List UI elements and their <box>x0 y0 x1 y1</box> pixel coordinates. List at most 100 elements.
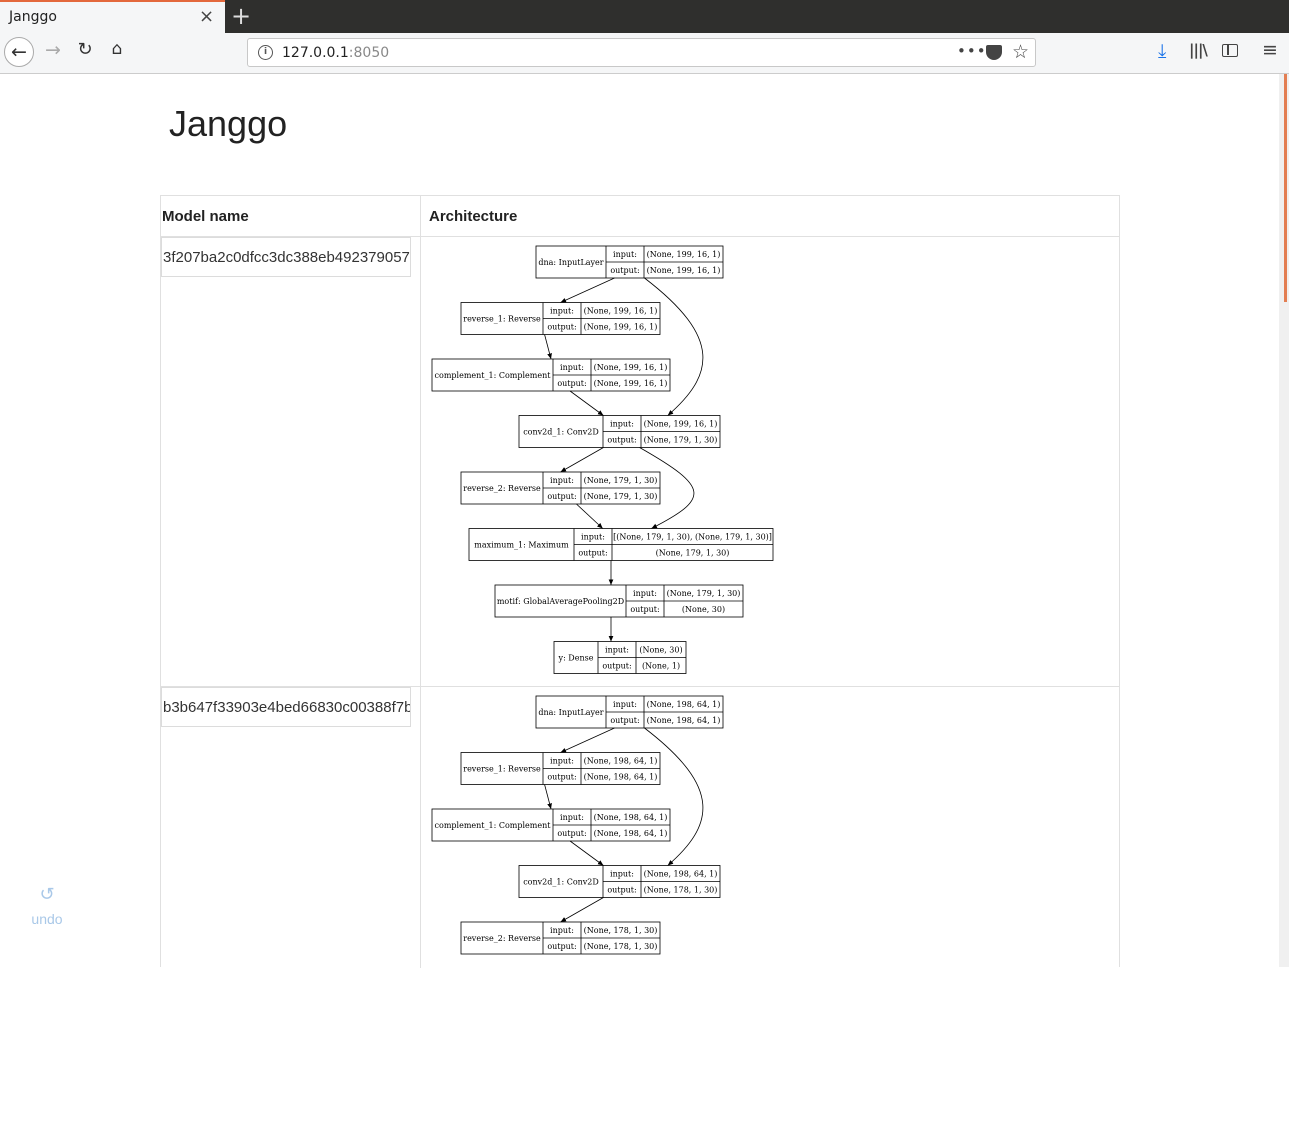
port-label-output: output: <box>547 323 576 332</box>
port-label-input: input: <box>560 363 584 372</box>
layer-node: conv2d_1: Conv2D input: output: (None, 198,… <box>518 865 721 898</box>
layer-input-shape: (None, 179, 1, 30) <box>667 589 741 598</box>
layer-node: reverse_1: Reverse input: output: (None, 19… <box>460 302 661 335</box>
reload-icon[interactable]: ↻ <box>74 39 96 60</box>
graph-skip-edge <box>644 727 704 866</box>
layer-name: maximum_1: Maximum <box>474 541 569 550</box>
port-label-output: output: <box>578 549 607 558</box>
url-bar[interactable]: i 127.0.0.1:8050 ••• ☆ <box>247 38 1036 67</box>
layer-output-shape: (None, 179, 1, 30) <box>584 492 658 501</box>
architecture-diagram: dna: InputLayer input: output: (None, 199, … <box>422 237 1119 687</box>
layer-name: conv2d_1: Conv2D <box>523 878 599 887</box>
library-icon[interactable]: |||\ <box>1189 41 1208 59</box>
graph-edge <box>569 390 604 416</box>
tab-title: Janggo <box>9 9 57 25</box>
site-info-icon[interactable]: i <box>258 45 273 60</box>
layer-name: complement_1: Complement <box>435 821 552 830</box>
layer-input-shape: (None, 198, 64, 1) <box>644 870 718 879</box>
layer-output-shape: (None, 198, 64, 1) <box>584 773 658 782</box>
port-label-input: input: <box>633 589 657 598</box>
column-divider <box>420 196 421 968</box>
forward-arrow-icon[interactable]: → <box>42 39 64 61</box>
layer-name: reverse_1: Reverse <box>463 765 541 774</box>
sidebar-toggle-icon[interactable] <box>1222 44 1238 57</box>
graph-edge <box>560 277 615 303</box>
pocket-icon[interactable] <box>986 45 1002 60</box>
download-icon[interactable]: ⤓ <box>1158 40 1166 62</box>
layer-node: reverse_2: Reverse input: output: (None, 17… <box>460 921 661 955</box>
url-host: 127.0.0.1 <box>282 45 349 61</box>
layer-output-shape: (None, 179, 1, 30) <box>644 436 718 445</box>
layer-input-shape: (None, 199, 16, 1) <box>647 250 721 259</box>
back-arrow-icon[interactable]: ← <box>4 37 34 67</box>
layer-name: y: Dense <box>558 654 594 663</box>
layer-output-shape: (None, 179, 1, 30) <box>656 549 730 558</box>
graph-edge <box>560 727 615 753</box>
architecture-graph: dna: InputLayer input: output: (None, 198, … <box>431 695 724 955</box>
model-name-cell[interactable]: 3f207ba2c0dfcc3dc388eb4923790570 <box>161 237 411 277</box>
layer-input-shape: [(None, 179, 1, 30), (None, 179, 1, 30)] <box>613 533 772 542</box>
active-tab[interactable]: Janggo × <box>0 0 225 33</box>
layer-output-shape: (None, 199, 16, 1) <box>594 379 668 388</box>
architecture-diagram: dna: InputLayer input: output: (None, 198, … <box>422 687 1119 1137</box>
port-label-output: output: <box>547 773 576 782</box>
graph-edge <box>560 897 604 923</box>
new-tab-icon[interactable]: + <box>231 2 251 30</box>
bookmark-star-icon[interactable]: ☆ <box>1012 41 1029 63</box>
layer-output-shape: (None, 178, 1, 30) <box>644 886 718 895</box>
port-label-output: output: <box>610 716 639 725</box>
port-label-output: output: <box>602 662 631 671</box>
port-label-output: output: <box>607 886 636 895</box>
layer-name: complement_1: Complement <box>435 371 552 380</box>
layer-name: dna: InputLayer <box>538 258 603 267</box>
graph-skip-edge <box>644 277 704 416</box>
page-title: Janggo <box>169 103 288 144</box>
model-name-cell[interactable]: b3b647f33903e4bed66830c00388f7b6 <box>161 687 411 727</box>
layer-name: motif: GlobalAveragePooling2D <box>497 597 624 606</box>
port-label-input: input: <box>605 646 629 655</box>
page-scrollbar[interactable] <box>1279 74 1289 967</box>
nav-toolbar: ← → ↻ ⌂ i 127.0.0.1:8050 ••• ☆ ⤓ |||\ ≡ <box>0 33 1289 74</box>
layer-input-shape: (None, 198, 64, 1) <box>584 757 658 766</box>
layer-node: complement_1: Complement input: output: (No… <box>431 358 671 392</box>
tab-close-icon[interactable]: × <box>199 6 214 27</box>
scrollbar-thumb[interactable] <box>1284 74 1287 302</box>
port-label-output: output: <box>610 266 639 275</box>
layer-output-shape: (None, 199, 16, 1) <box>584 323 658 332</box>
layer-output-shape: (None, 199, 16, 1) <box>647 266 721 275</box>
port-label-input: input: <box>613 700 637 709</box>
url-port: :8050 <box>348 45 390 61</box>
undo-button[interactable]: ↺ undo <box>22 884 72 927</box>
url-text[interactable]: 127.0.0.1:8050 <box>282 45 389 61</box>
layer-node: conv2d_1: Conv2D input: output: (None, 199,… <box>518 415 721 448</box>
graph-edge <box>544 784 552 810</box>
port-label-input: input: <box>613 250 637 259</box>
layer-input-shape: (None, 198, 64, 1) <box>647 700 721 709</box>
page-actions-icon[interactable]: ••• <box>957 42 987 60</box>
tab-bar: Janggo × + <box>0 0 1289 33</box>
port-label-input: input: <box>581 533 605 542</box>
port-label-output: output: <box>630 605 659 614</box>
port-label-input: input: <box>560 813 584 822</box>
port-label-input: input: <box>610 870 634 879</box>
header-model-name: Model name <box>162 208 249 225</box>
layer-node: dna: InputLayer input: output: (None, 199, … <box>535 245 724 279</box>
port-label-output: output: <box>557 379 586 388</box>
layer-input-shape: (None, 199, 16, 1) <box>594 363 668 372</box>
port-label-input: input: <box>550 476 574 485</box>
home-icon[interactable]: ⌂ <box>106 39 128 59</box>
layer-input-shape: (None, 30) <box>639 646 682 655</box>
layer-node: reverse_1: Reverse input: output: (None, 19… <box>460 752 661 785</box>
port-label-input: input: <box>550 757 574 766</box>
hamburger-menu-icon[interactable]: ≡ <box>1262 39 1278 61</box>
layer-input-shape: (None, 199, 16, 1) <box>644 420 718 429</box>
graph-edge <box>569 840 604 866</box>
port-label-output: output: <box>557 829 586 838</box>
layer-name: conv2d_1: Conv2D <box>523 428 599 437</box>
port-label-output: output: <box>547 492 576 501</box>
architecture-graph: dna: InputLayer input: output: (None, 199, … <box>431 245 774 674</box>
layer-node: reverse_2: Reverse input: output: (None, 17… <box>460 471 661 505</box>
layer-output-shape: (None, 178, 1, 30) <box>584 942 658 951</box>
undo-label: undo <box>31 911 63 927</box>
layer-node: complement_1: Complement input: output: (No… <box>431 808 671 842</box>
